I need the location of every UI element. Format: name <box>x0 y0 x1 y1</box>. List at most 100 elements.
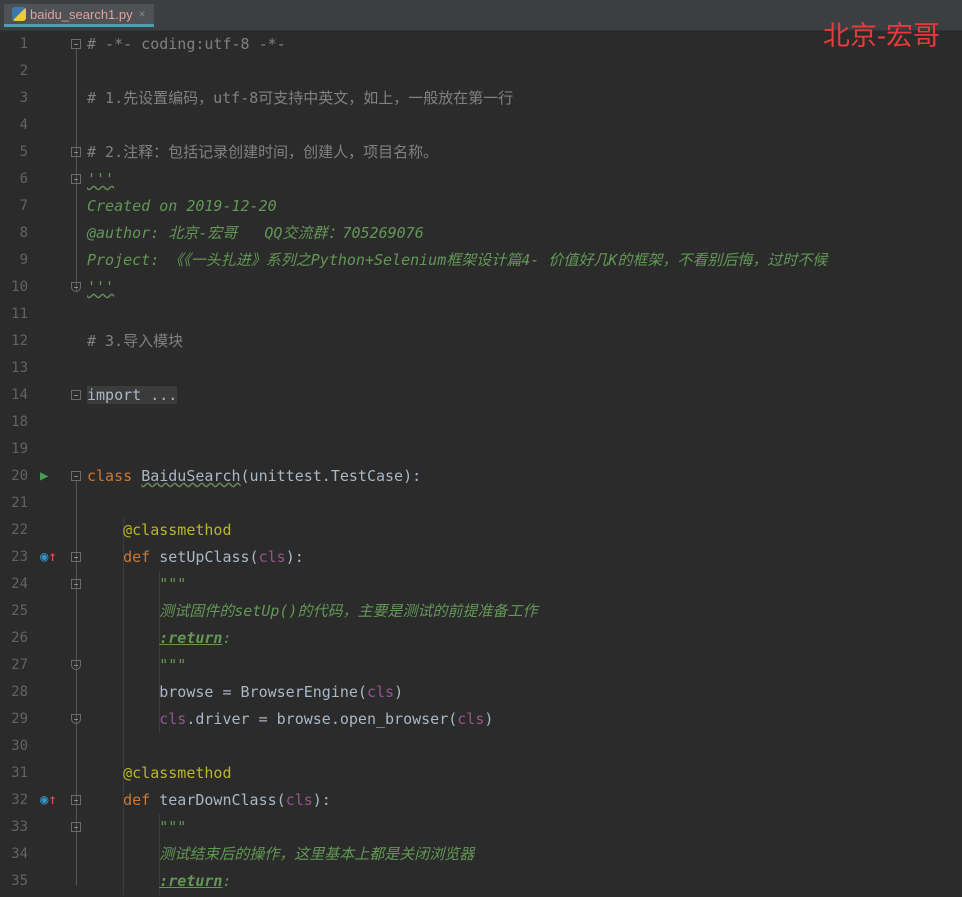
code-line[interactable]: 28 browse = BrowserEngine(cls) <box>0 679 962 706</box>
code-token: cls <box>366 683 395 701</box>
code-line[interactable]: 23 ◉↑ def setUpClass(cls): <box>0 544 962 571</box>
code-text: # 2.注释：包括记录创建时间，创建人，项目名称。 <box>87 139 438 166</box>
code-token: ) <box>484 710 494 728</box>
code-text: ''' <box>87 274 114 301</box>
code-text: class BaiduSearch(unittest.TestCase): <box>87 463 421 490</box>
code-token: cls <box>457 710 485 728</box>
code-line[interactable]: 14 import ... <box>0 382 962 409</box>
override-method-icon[interactable]: ◉↑ <box>40 550 57 564</box>
code-line[interactable]: 24 """ <box>0 571 962 598</box>
collapse-fold-icon[interactable] <box>71 174 81 184</box>
file-tab-label: baidu_search1.py <box>30 6 133 22</box>
code-token: @author: 北京-宏哥 QQ交流群：705269076 <box>87 224 424 242</box>
code-token: ): <box>285 548 304 566</box>
line-number: 22 <box>11 522 28 538</box>
code-line[interactable]: 2 <box>0 58 962 85</box>
code-line[interactable]: 33 """ <box>0 814 962 841</box>
code-text: """ <box>87 652 186 679</box>
collapse-fold-icon[interactable] <box>71 579 81 589</box>
code-line[interactable]: 19 <box>0 436 962 463</box>
code-line[interactable]: 30 <box>0 733 962 760</box>
line-number: 5 <box>19 144 28 160</box>
collapse-fold-icon[interactable] <box>71 714 81 724</box>
code-editor[interactable]: 1 # -*- coding:utf-8 -*- 2 3 # 1.先设置编码，utf-8… <box>0 31 962 897</box>
code-text: # 3.导入模块 <box>87 328 183 355</box>
run-icon[interactable]: ▶ <box>40 469 48 483</box>
code-token: :return <box>159 629 223 647</box>
code-line[interactable]: 3 # 1.先设置编码，utf-8可支持中英文，如上，一般放在第一行 <box>0 85 962 112</box>
code-line[interactable]: 7 Created on 2019-12-20 <box>0 193 962 220</box>
collapse-fold-icon[interactable] <box>71 282 81 292</box>
code-line[interactable]: 12 # 3.导入模块 <box>0 328 962 355</box>
code-line[interactable]: 1 # -*- coding:utf-8 -*- <box>0 31 962 58</box>
code-text: cls.driver = browse.open_browser(cls) <box>87 706 493 733</box>
collapse-fold-icon[interactable] <box>71 660 81 670</box>
code-token: class <box>87 467 142 485</box>
collapse-fold-icon[interactable] <box>71 822 81 832</box>
line-number: 7 <box>19 198 28 214</box>
code-token: # 2.注释：包括记录创建时间，创建人，项目名称。 <box>87 143 439 161</box>
code-line[interactable]: 31 @classmethod <box>0 760 962 787</box>
code-line[interactable]: 11 <box>0 301 962 328</box>
code-line[interactable]: 8 @author: 北京-宏哥 QQ交流群：705269076 <box>0 220 962 247</box>
collapse-fold-icon[interactable] <box>71 147 81 157</box>
code-line[interactable]: 25 测试固件的setUp()的代码，主要是测试的前提准备工作 <box>0 598 962 625</box>
line-number: 14 <box>11 387 28 403</box>
code-text: Created on 2019-12-20 <box>87 193 277 220</box>
code-token: :return <box>159 872 223 890</box>
code-line[interactable]: 21 <box>0 490 962 517</box>
code-token: """ <box>159 818 187 836</box>
code-line[interactable]: 4 <box>0 112 962 139</box>
code-token: 测试固件的setUp()的代码，主要是测试的前提准备工作 <box>159 602 538 620</box>
code-line[interactable]: 26 :return: <box>0 625 962 652</box>
line-number: 2 <box>19 63 28 79</box>
code-line[interactable]: 9 Project: 《《一头扎进》系列之Python+Selenium框架设计篇… <box>0 247 962 274</box>
close-tab-icon[interactable]: × <box>139 7 146 21</box>
code-text: # -*- coding:utf-8 -*- <box>87 31 286 58</box>
code-line[interactable]: 10 ''' <box>0 274 962 301</box>
collapse-fold-icon[interactable] <box>71 795 81 805</box>
code-text: Project: 《《一头扎进》系列之Python+Selenium框架设计篇4… <box>87 247 827 274</box>
code-text: 测试固件的setUp()的代码，主要是测试的前提准备工作 <box>87 598 537 625</box>
code-text: """ <box>87 571 186 598</box>
line-number: 32 <box>11 792 28 808</box>
code-token: # -*- coding:utf-8 -*- <box>87 35 286 53</box>
line-number: 3 <box>19 90 28 106</box>
code-line[interactable]: 32 ◉↑ def tearDownClass(cls): <box>0 787 962 814</box>
code-token: ): <box>312 791 331 809</box>
code-line[interactable]: 13 <box>0 355 962 382</box>
code-token: .driver = browse.open_browser( <box>186 710 458 728</box>
file-tab[interactable]: baidu_search1.py × <box>4 4 154 27</box>
collapse-fold-icon[interactable] <box>71 471 81 481</box>
code-line[interactable]: 35 :return: <box>0 868 962 895</box>
code-line[interactable]: 20 ▶ class BaiduSearch(unittest.TestCase): <box>0 463 962 490</box>
collapse-fold-icon[interactable] <box>71 39 81 49</box>
code-token: @classmethod <box>123 764 232 782</box>
override-method-icon[interactable]: ◉↑ <box>40 793 57 807</box>
code-token: cls <box>285 791 313 809</box>
code-line[interactable]: 29 cls.driver = browse.open_browser(cls) <box>0 706 962 733</box>
code-token: def <box>123 791 160 809</box>
code-text: """ <box>87 814 186 841</box>
code-token: # 3.导入模块 <box>87 332 184 350</box>
code-token: : <box>222 629 232 647</box>
code-line[interactable]: 6 ''' <box>0 166 962 193</box>
code-line[interactable]: 18 <box>0 409 962 436</box>
code-token: ) <box>394 683 404 701</box>
code-line[interactable]: 34 测试结束后的操作，这里基本上都是关闭浏览器 <box>0 841 962 868</box>
code-line[interactable]: 27 """ <box>0 652 962 679</box>
expand-fold-icon[interactable] <box>71 390 81 400</box>
code-line[interactable]: 5 # 2.注释：包括记录创建时间，创建人，项目名称。 <box>0 139 962 166</box>
code-line[interactable]: 22 @classmethod <box>0 517 962 544</box>
code-token: cls <box>159 710 187 728</box>
collapse-fold-icon[interactable] <box>71 552 81 562</box>
line-number: 11 <box>11 306 28 322</box>
editor-tab-bar: baidu_search1.py × <box>0 0 962 31</box>
code-token: 测试结束后的操作，这里基本上都是关闭浏览器 <box>159 845 475 863</box>
